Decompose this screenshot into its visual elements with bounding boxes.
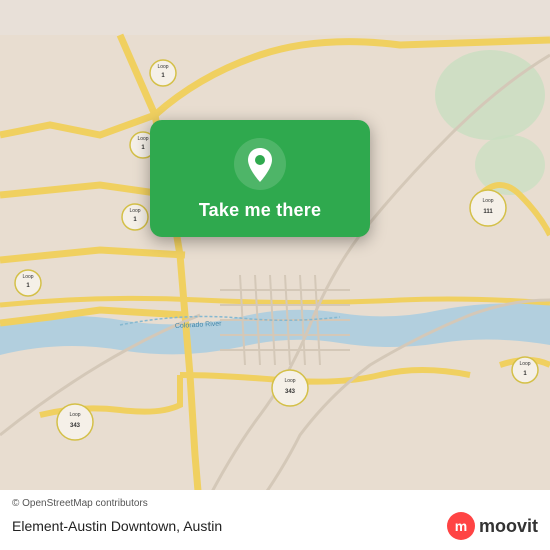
copyright-text: © OpenStreetMap contributors: [12, 498, 538, 509]
map-container: Loop 1 Loop 1 Loop 1 Loop 1 Loop 111 Loo…: [0, 0, 550, 550]
svg-text:Loop: Loop: [129, 208, 140, 214]
svg-text:Loop: Loop: [284, 378, 295, 384]
bottom-bar: © OpenStreetMap contributors Element-Aus…: [0, 490, 550, 550]
svg-text:343: 343: [285, 389, 296, 395]
svg-text:m: m: [455, 518, 467, 534]
map-roads: Loop 1 Loop 1 Loop 1 Loop 1 Loop 111 Loo…: [0, 0, 550, 550]
svg-text:Loop: Loop: [22, 274, 33, 280]
location-pin-icon: [234, 138, 286, 190]
svg-text:111: 111: [483, 209, 493, 215]
svg-text:Loop: Loop: [137, 136, 148, 142]
location-name: Element-Austin Downtown, Austin: [12, 518, 222, 534]
moovit-logo: m moovit: [447, 512, 538, 540]
svg-text:Loop: Loop: [69, 412, 80, 418]
moovit-text: moovit: [479, 516, 538, 537]
svg-text:Loop: Loop: [519, 361, 530, 367]
take-me-there-label: Take me there: [199, 200, 321, 221]
moovit-icon: m: [447, 512, 475, 540]
svg-text:Loop: Loop: [482, 198, 493, 204]
svg-text:343: 343: [70, 423, 81, 429]
location-row: Element-Austin Downtown, Austin m moovit: [12, 512, 538, 540]
take-me-there-popup[interactable]: Take me there: [150, 120, 370, 237]
svg-text:Loop: Loop: [157, 64, 168, 70]
